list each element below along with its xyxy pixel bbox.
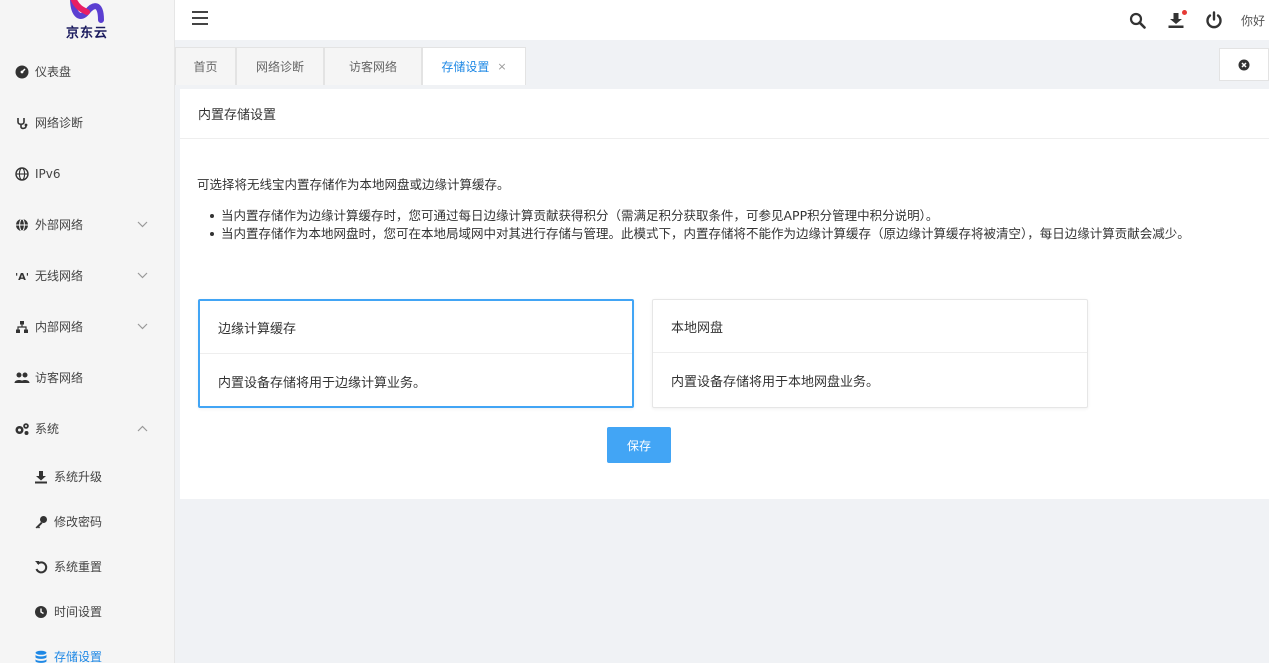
sidebar-item-label: 访客网络 [35, 371, 84, 385]
jdcloud-logo-icon [70, 0, 104, 23]
tab-label: 存储设置 [441, 60, 490, 74]
option-description: 内置设备存储将用于边缘计算业务。 [218, 376, 427, 391]
sidebar-item-label: 外部网络 [35, 218, 84, 232]
option-title: 本地网盘 [653, 300, 1087, 353]
undo-icon [32, 560, 50, 574]
clock-icon [32, 605, 50, 619]
svg-text:'A': 'A' [15, 272, 29, 283]
sidebar: 京东云 仪表盘 网络诊断 IPv6 外部网络 'A' 无线网络 内部网络 访客网… [0, 0, 175, 663]
close-circle-icon [1238, 59, 1250, 70]
tab-bar: 首页 网络诊断 访客网络 存储设置 × [175, 40, 1269, 86]
tab-home[interactable]: 首页 [175, 47, 236, 85]
sitemap-icon [13, 320, 31, 334]
sidebar-item-label: 系统 [35, 422, 60, 436]
sidebar-item-ipv6[interactable]: IPv6 [0, 148, 174, 199]
info-list: 当内置存储作为边缘计算缓存时，您可通过每日边缘计算贡献获得积分（需满足积分获取条… [208, 207, 1268, 243]
sidebar-subitem-change-password[interactable]: 修改密码 [0, 499, 174, 544]
tab-label: 首页 [193, 60, 218, 74]
sidebar-item-label: 网络诊断 [35, 116, 84, 130]
database-icon [32, 650, 50, 663]
tab-label: 访客网络 [348, 60, 397, 74]
user-greeting[interactable]: 你好 [1241, 12, 1265, 29]
sidebar-item-label: 系统重置 [54, 560, 103, 574]
intro-text: 可选择将无线宝内置存储作为本地网盘或边缘计算缓存。 [197, 177, 510, 192]
key-icon [32, 515, 50, 529]
search-icon[interactable] [1127, 9, 1149, 31]
option-description: 内置设备存储将用于本地网盘业务。 [671, 375, 880, 390]
download-icon[interactable] [1165, 9, 1187, 31]
close-all-tabs-button[interactable] [1219, 48, 1269, 81]
sidebar-item-label: 存储设置 [54, 650, 103, 663]
tab-network-diagnosis[interactable]: 网络诊断 [236, 47, 324, 85]
chevron-down-icon [137, 269, 148, 282]
list-item: 当内置存储作为边缘计算缓存时，您可通过每日边缘计算贡献获得积分（需满足积分获取条… [208, 207, 1268, 224]
option-title: 边缘计算缓存 [200, 301, 632, 354]
sidebar-item-label: 时间设置 [54, 605, 103, 619]
sidebar-item-label: 修改密码 [54, 515, 103, 529]
tab-storage-settings[interactable]: 存储设置 × [422, 47, 526, 85]
wifi-icon: 'A' [13, 269, 31, 283]
brand-logo[interactable]: 京东云 [0, 0, 174, 46]
sidebar-item-label: 系统升级 [54, 470, 103, 484]
cogs-icon [13, 422, 31, 436]
chevron-up-icon [137, 422, 148, 435]
option-edge-computing-cache[interactable]: 边缘计算缓存 内置设备存储将用于边缘计算业务。 [198, 299, 634, 408]
globe-icon [13, 166, 31, 181]
option-local-disk[interactable]: 本地网盘 内置设备存储将用于本地网盘业务。 [652, 299, 1088, 408]
sidebar-item-guest-network[interactable]: 访客网络 [0, 352, 174, 403]
sidebar-item-external-network[interactable]: 外部网络 [0, 199, 174, 250]
sidebar-subitem-system-upgrade[interactable]: 系统升级 [0, 454, 174, 499]
sidebar-item-system[interactable]: 系统 [0, 403, 174, 454]
tab-guest-network[interactable]: 访客网络 [324, 47, 422, 85]
sidebar-item-label: 内部网络 [35, 320, 84, 334]
power-icon[interactable] [1203, 9, 1225, 31]
sidebar-item-wireless-network[interactable]: 'A' 无线网络 [0, 250, 174, 301]
download-icon [32, 470, 50, 484]
top-header: 你好 [175, 0, 1269, 40]
sidebar-item-network-diagnosis[interactable]: 网络诊断 [0, 97, 174, 148]
chevron-down-icon [137, 218, 148, 231]
dashboard-icon [13, 65, 31, 79]
brand-name: 京东云 [65, 26, 108, 41]
sidebar-subitem-time-settings[interactable]: 时间设置 [0, 589, 174, 634]
tab-label: 网络诊断 [255, 60, 304, 74]
users-icon [13, 371, 31, 385]
sidebar-item-label: 仪表盘 [35, 65, 72, 79]
sidebar-item-dashboard[interactable]: 仪表盘 [0, 46, 174, 97]
sidebar-subitem-storage-settings[interactable]: 存储设置 [0, 634, 174, 663]
hamburger-menu-icon[interactable] [192, 11, 208, 25]
page-title: 内置存储设置 [180, 89, 1269, 139]
sidebar-item-label: IPv6 [35, 166, 61, 181]
list-item: 当内置存储作为本地网盘时，您可在本地局域网中对其进行存储与管理。此模式下，内置存… [208, 225, 1268, 242]
notification-dot [1181, 10, 1187, 15]
storage-settings-card: 内置存储设置 可选择将无线宝内置存储作为本地网盘或边缘计算缓存。 当内置存储作为… [180, 89, 1269, 499]
sidebar-item-internal-network[interactable]: 内部网络 [0, 301, 174, 352]
sidebar-item-label: 无线网络 [35, 269, 84, 283]
globe-icon [13, 218, 31, 232]
save-button[interactable]: 保存 [607, 427, 671, 463]
tab-close-icon[interactable]: × [497, 60, 506, 73]
stethoscope-icon [13, 116, 31, 130]
sidebar-subitem-system-reset[interactable]: 系统重置 [0, 544, 174, 589]
chevron-down-icon [137, 320, 148, 333]
